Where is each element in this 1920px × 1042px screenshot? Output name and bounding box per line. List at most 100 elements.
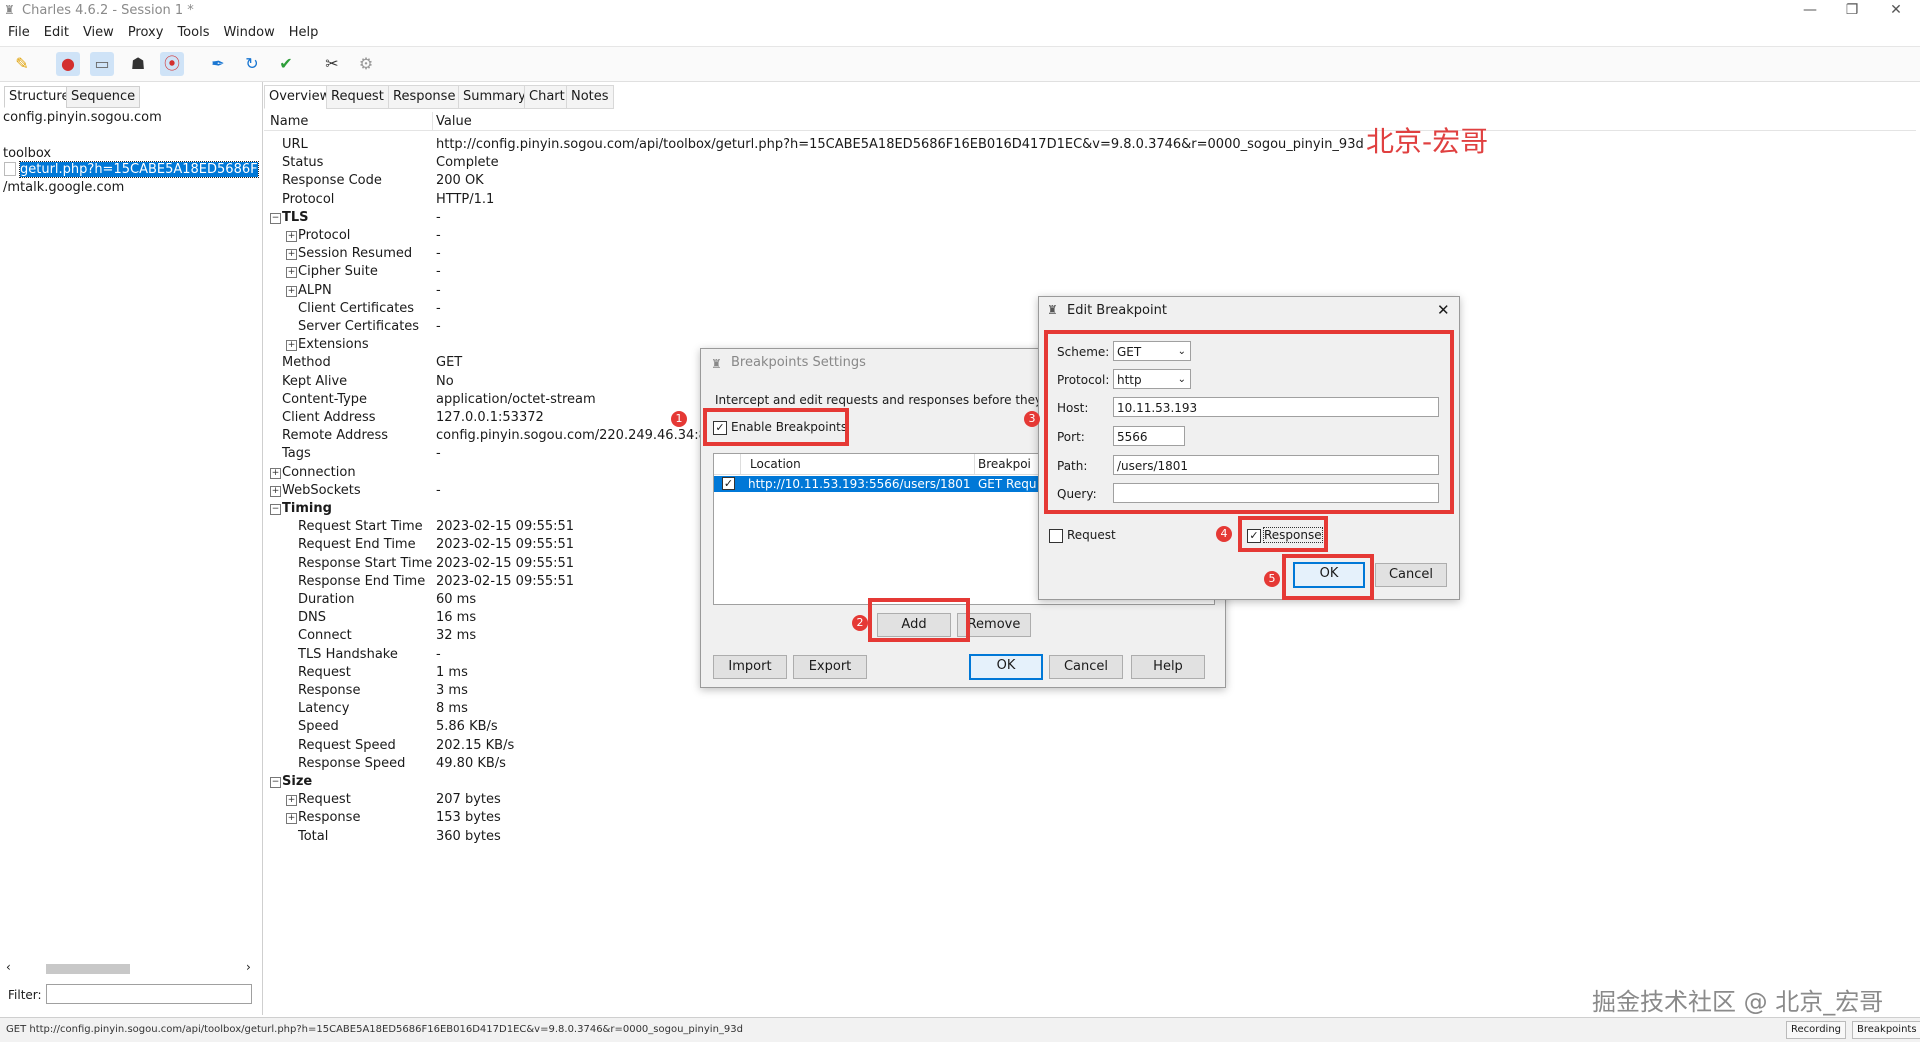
property-name: Response Speed — [298, 755, 406, 771]
property-name: Content-Type — [282, 391, 368, 407]
table-row[interactable]: + Request 207 bytes — [264, 791, 1864, 809]
horizontal-scrollbar[interactable]: ‹ › — [4, 960, 258, 976]
table-row[interactable]: − Size — [264, 773, 1864, 791]
tab-notes[interactable]: Notes — [566, 85, 614, 109]
settings-icon[interactable]: ⚙ — [354, 52, 378, 76]
enable-breakpoints-checkbox[interactable]: ✓ — [713, 421, 727, 435]
table-row[interactable]: − TLS - — [264, 209, 1864, 227]
tab-response[interactable]: Response — [388, 85, 461, 109]
tree-host-sogou[interactable]: config.pinyin.sogou.com — [3, 110, 162, 125]
filter-input[interactable] — [46, 984, 252, 1004]
menu-edit[interactable]: Edit — [36, 22, 75, 40]
table-row[interactable]: Speed 5.86 KB/s — [264, 718, 1864, 736]
table-row[interactable]: Latency 8 ms — [264, 700, 1864, 718]
dialog-close-icon[interactable]: ✕ — [1437, 301, 1450, 319]
menu-help[interactable]: Help — [281, 22, 325, 40]
expand-icon[interactable]: + — [286, 249, 297, 261]
throttle-icon[interactable]: ▭ — [90, 52, 114, 76]
edit-ok-button[interactable]: OK — [1293, 562, 1365, 588]
step-badge-3: 3 — [1024, 411, 1040, 427]
expand-icon[interactable]: + — [286, 795, 297, 807]
menu-file[interactable]: File — [0, 22, 36, 40]
expand-icon[interactable]: + — [286, 267, 297, 279]
import-button[interactable]: Import — [713, 655, 787, 679]
scroll-left-icon[interactable]: ‹ — [6, 960, 11, 974]
table-row[interactable]: + Protocol - — [264, 227, 1864, 245]
table-row[interactable]: + Cipher Suite - — [264, 263, 1864, 281]
table-row[interactable]: Status Complete — [264, 154, 1864, 172]
menu-window[interactable]: Window — [215, 22, 280, 40]
tab-chart[interactable]: Chart — [524, 85, 570, 109]
scheme-select[interactable]: GET ⌄ — [1113, 341, 1191, 361]
table-row[interactable]: Request Speed 202.15 KB/s — [264, 737, 1864, 755]
expand-icon[interactable]: + — [286, 285, 297, 297]
add-button[interactable]: Add — [877, 613, 951, 637]
property-name: Protocol — [282, 191, 335, 207]
tab-sequence[interactable]: Sequence — [66, 86, 141, 108]
scroll-right-icon[interactable]: › — [246, 960, 251, 974]
response-checkbox[interactable]: ✓ — [1247, 529, 1261, 543]
tab-structure[interactable]: Structure — [4, 86, 75, 108]
tab-overview[interactable]: Overview — [264, 85, 336, 109]
host-field[interactable]: 10.11.53.193 — [1113, 397, 1439, 417]
collapse-icon[interactable]: − — [270, 212, 281, 224]
tools-icon[interactable]: ✂ — [320, 52, 344, 76]
table-row[interactable]: Protocol HTTP/1.1 — [264, 191, 1864, 209]
path-field[interactable]: /users/1801 — [1113, 455, 1439, 475]
menu-view[interactable]: View — [75, 22, 120, 40]
check-icon[interactable]: ✔ — [274, 52, 298, 76]
response-checkbox-label[interactable]: Response — [1263, 527, 1323, 543]
tree-item-geturl[interactable]: geturl.php?h=15CABE5A18ED5686F16EB — [19, 161, 259, 178]
close-icon[interactable]: ✕ — [1876, 0, 1916, 22]
tab-summary[interactable]: Summary — [458, 85, 531, 109]
enable-breakpoints-label[interactable]: Enable Breakpoints — [731, 420, 847, 434]
tree-host-mtalk[interactable]: /mtalk.google.com — [3, 180, 124, 195]
record-icon[interactable]: ● — [56, 52, 80, 76]
property-value: 127.0.0.1:53372 — [436, 410, 544, 425]
protocol-select[interactable]: http ⌄ — [1113, 369, 1191, 389]
help-button[interactable]: Help — [1131, 655, 1205, 679]
breakpoints-button[interactable]: Breakpoints — [1852, 1021, 1920, 1039]
expand-icon[interactable]: + — [286, 340, 297, 352]
refresh-icon[interactable]: ↻ — [240, 52, 264, 76]
port-field[interactable]: 5566 — [1113, 426, 1185, 446]
table-row[interactable]: + Response 153 bytes — [264, 809, 1864, 827]
property-value: 49.80 KB/s — [436, 755, 506, 771]
expand-icon[interactable]: + — [270, 467, 281, 479]
dialog-icon: ♜ — [711, 357, 722, 371]
table-row[interactable]: URL http://config.pinyin.sogou.com/api/to… — [264, 136, 1864, 154]
scroll-thumb[interactable] — [46, 964, 130, 974]
request-checkbox-label[interactable]: Request — [1067, 528, 1116, 542]
tab-request[interactable]: Request — [326, 85, 389, 109]
broom-icon[interactable]: ✎ — [10, 52, 34, 76]
collapse-icon[interactable]: − — [270, 777, 281, 788]
settings-cancel-button[interactable]: Cancel — [1049, 655, 1123, 679]
table-row[interactable]: Response Code 200 OK — [264, 172, 1864, 190]
query-field[interactable] — [1113, 483, 1439, 503]
settings-ok-button[interactable]: OK — [969, 654, 1043, 680]
property-value: - — [436, 228, 441, 243]
expand-icon[interactable]: + — [270, 485, 281, 497]
expand-icon[interactable]: + — [286, 231, 297, 242]
collapse-icon[interactable]: − — [270, 504, 281, 515]
table-row[interactable]: + Session Resumed - — [264, 245, 1864, 263]
tree-folder-toolbox[interactable]: toolbox — [3, 146, 51, 161]
property-value: 153 bytes — [436, 810, 501, 826]
row-enabled-checkbox[interactable]: ✓ — [722, 477, 735, 490]
menu-proxy[interactable]: Proxy — [120, 22, 170, 40]
menu-tools[interactable]: Tools — [169, 22, 215, 40]
pen-icon[interactable]: ✒ — [206, 52, 230, 76]
remove-button[interactable]: Remove — [957, 613, 1031, 637]
recording-button[interactable]: Recording — [1786, 1021, 1847, 1039]
edit-cancel-button[interactable]: Cancel — [1375, 563, 1447, 587]
turtle-icon[interactable]: ☗ — [126, 52, 150, 76]
table-row[interactable]: Total 360 bytes — [264, 828, 1864, 846]
breakpoints-icon[interactable]: ⦿ — [160, 52, 184, 76]
request-checkbox[interactable] — [1049, 529, 1063, 543]
table-row[interactable]: Response Speed 49.80 KB/s — [264, 755, 1864, 773]
property-name: Latency — [298, 701, 350, 717]
expand-icon[interactable]: + — [286, 813, 297, 825]
restore-icon[interactable]: ❐ — [1832, 0, 1872, 22]
export-button[interactable]: Export — [793, 655, 867, 679]
minimize-icon[interactable]: — — [1790, 0, 1830, 22]
